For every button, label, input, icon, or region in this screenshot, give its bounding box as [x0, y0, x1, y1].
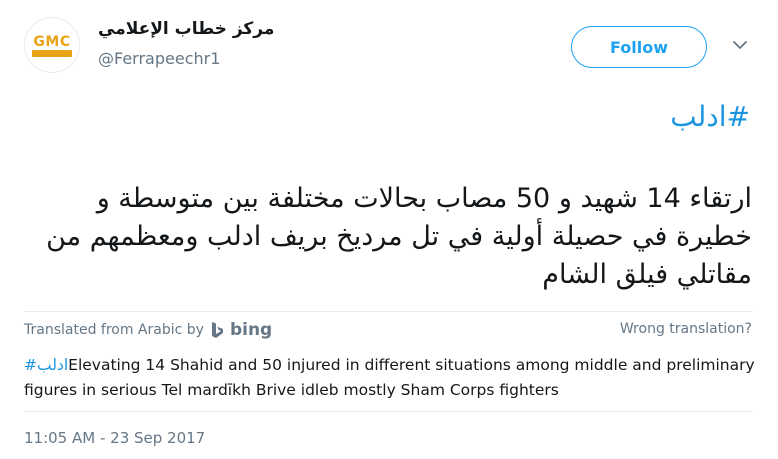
logo-bar — [32, 49, 72, 57]
bing-logo-icon — [211, 322, 223, 338]
tweet-timestamp[interactable]: 11:05 AM - 23 Sep 2017 — [24, 429, 205, 447]
translated-text: #ادلبElevating 14 Shahid and 50 injured … — [24, 353, 759, 403]
translation-source: Translated from Arabic by bing — [24, 320, 272, 340]
translated-from-label: Translated from Arabic by — [24, 322, 204, 338]
translation-body: Elevating 14 Shahid and 50 injured in di… — [24, 356, 755, 399]
user-handle[interactable]: @Ferrapeechr1 — [98, 49, 220, 68]
tweet-hashtag[interactable]: #ادلب — [670, 100, 750, 133]
avatar[interactable]: GMC — [24, 17, 80, 73]
translation-hashtag[interactable]: #ادلب — [24, 356, 68, 374]
translation-provider: bing — [229, 320, 273, 340]
tweet-text: ارتقاء 14 شهيد و 50 مصاب بحالات مختلفة ب… — [46, 183, 752, 290]
display-name[interactable]: مركز خطاب الإعلامي — [98, 19, 274, 39]
avatar-logo-text: GMC — [33, 33, 71, 50]
gmc-logo-icon: GMC — [30, 30, 74, 60]
divider — [24, 311, 753, 312]
divider — [24, 411, 753, 412]
follow-button[interactable]: Follow — [571, 26, 707, 68]
wrong-translation-link[interactable]: Wrong translation? — [620, 321, 752, 337]
chevron-down-icon[interactable] — [733, 40, 747, 50]
